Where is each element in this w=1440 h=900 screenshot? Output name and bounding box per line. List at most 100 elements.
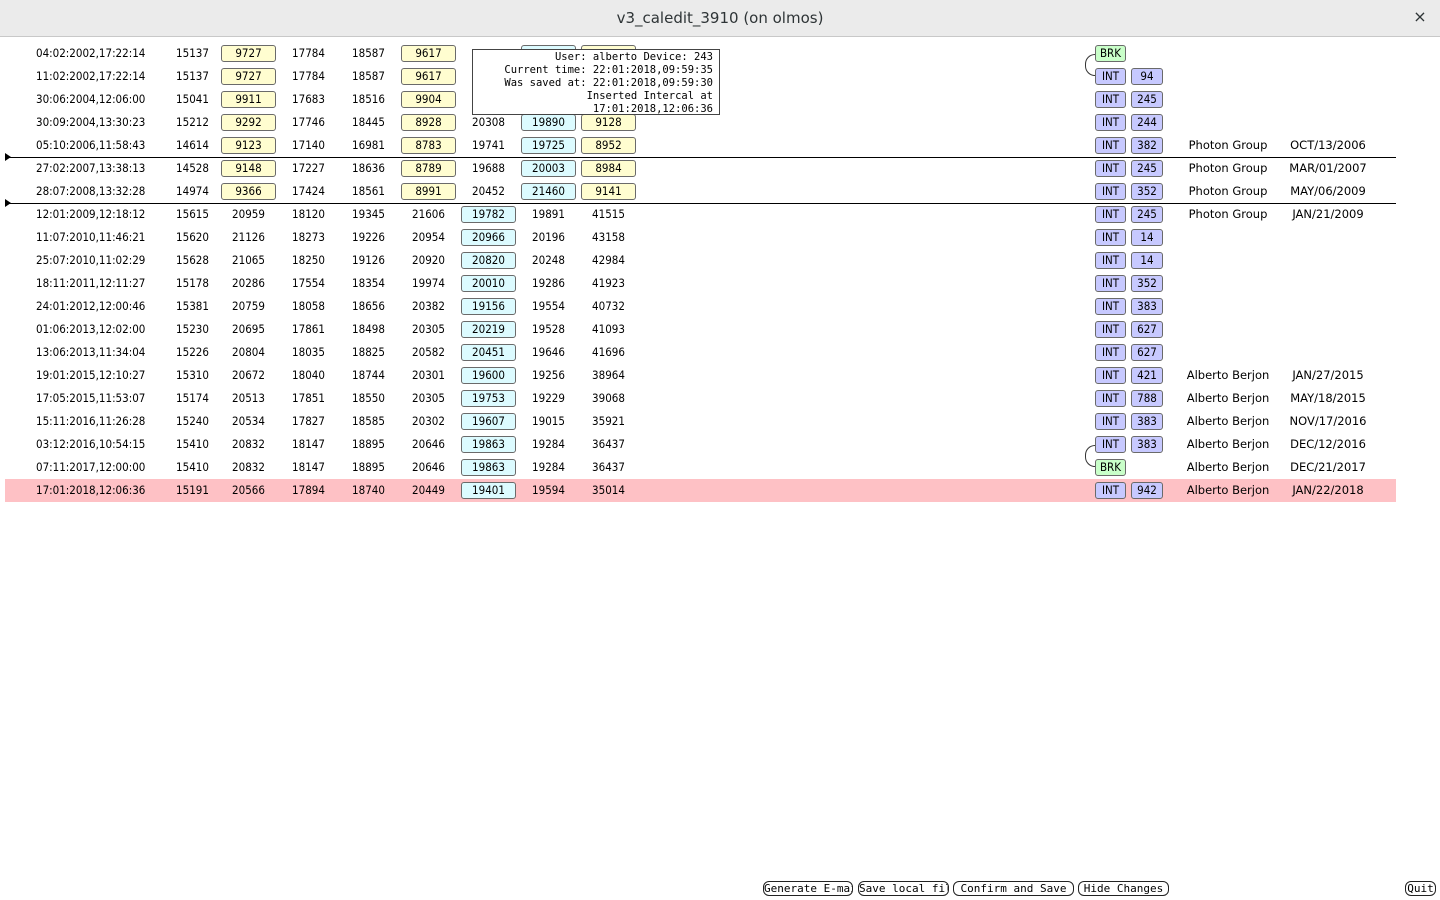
cell-c8[interactable]: 8984 — [581, 160, 636, 177]
int-tag[interactable]: INT — [1095, 344, 1126, 361]
cell-c5[interactable]: 8928 — [401, 114, 456, 131]
interval-number-tag[interactable]: 352 — [1131, 183, 1163, 200]
cell-c6[interactable]: 19607 — [461, 413, 516, 430]
interval-number-tag[interactable]: 421 — [1131, 367, 1163, 384]
interval-number-tag[interactable]: 942 — [1131, 482, 1163, 499]
int-tag[interactable]: INT — [1095, 321, 1126, 338]
cell-c6[interactable]: 20966 — [461, 229, 516, 246]
cell-c7[interactable]: 19725 — [521, 137, 576, 154]
cell-c5[interactable]: 9617 — [401, 68, 456, 85]
interval-number-tag[interactable]: 383 — [1131, 298, 1163, 315]
cell-c6[interactable]: 19863 — [461, 436, 516, 453]
table-row[interactable]: 01:06:2013,12:02:00 15230 20695 17861 18498 2… — [5, 318, 1396, 341]
int-tag[interactable]: INT — [1095, 252, 1126, 269]
interval-number-tag[interactable]: 788 — [1131, 390, 1163, 407]
table-row[interactable]: 17:01:2018,12:06:36 15191 20566 17894 18740 2… — [5, 479, 1396, 502]
int-tag[interactable]: INT — [1095, 91, 1126, 108]
cell-c7[interactable]: 21460 — [521, 183, 576, 200]
table-row[interactable]: 15:11:2016,11:26:28 15240 20534 17827 18585 2… — [5, 410, 1396, 433]
cell-c2[interactable]: 9727 — [221, 45, 276, 62]
cell-c6[interactable]: 19863 — [461, 459, 516, 476]
cell-c6[interactable]: 20010 — [461, 275, 516, 292]
table-row[interactable]: 05:10:2006,11:58:43 14614 9123 17140 16981 87… — [5, 134, 1396, 157]
cell-c2[interactable]: 9366 — [221, 183, 276, 200]
generate-email-button[interactable]: Generate E-mail — [763, 881, 853, 896]
cell-c7[interactable]: 19890 — [521, 114, 576, 131]
row-date: DEC/12/2016 — [1290, 437, 1366, 451]
close-icon[interactable]: × — [1410, 7, 1430, 27]
cell-c6[interactable]: 19156 — [461, 298, 516, 315]
table-row[interactable]: 12:01:2009,12:18:12 15615 20959 18120 19345 2… — [5, 203, 1396, 226]
cell-c6[interactable]: 19782 — [461, 206, 516, 223]
interval-number-tag[interactable]: 245 — [1131, 91, 1163, 108]
int-tag[interactable]: INT — [1095, 160, 1126, 177]
cell-c2[interactable]: 9727 — [221, 68, 276, 85]
brk-tag[interactable]: BRK — [1095, 45, 1126, 62]
table-row[interactable]: 13:06:2013,11:34:04 15226 20804 18035 18825 2… — [5, 341, 1396, 364]
int-tag[interactable]: INT — [1095, 390, 1126, 407]
cell-c6[interactable]: 20219 — [461, 321, 516, 338]
interval-number-tag[interactable]: 94 — [1131, 68, 1163, 85]
table-row[interactable]: 25:07:2010,11:02:29 15628 21065 18250 19126 2… — [5, 249, 1396, 272]
interval-number-tag[interactable]: 244 — [1131, 114, 1163, 131]
int-tag[interactable]: INT — [1095, 229, 1126, 246]
cell-c2[interactable]: 9911 — [221, 91, 276, 108]
quit-button[interactable]: Quit — [1405, 881, 1436, 896]
cell-c6[interactable]: 19600 — [461, 367, 516, 384]
int-tag[interactable]: INT — [1095, 183, 1126, 200]
cell-c7: 19286 — [532, 276, 565, 290]
table-row[interactable]: 28:07:2008,13:32:28 14974 9366 17424 18561 89… — [5, 180, 1396, 203]
int-tag[interactable]: INT — [1095, 436, 1126, 453]
interval-number-tag[interactable]: 383 — [1131, 436, 1163, 453]
int-tag[interactable]: INT — [1095, 367, 1126, 384]
cell-c5[interactable]: 9904 — [401, 91, 456, 108]
cell-c6[interactable]: 20451 — [461, 344, 516, 361]
cell-c6[interactable]: 19753 — [461, 390, 516, 407]
cell-c2[interactable]: 9148 — [221, 160, 276, 177]
interval-number-tag[interactable]: 383 — [1131, 413, 1163, 430]
int-tag[interactable]: INT — [1095, 68, 1126, 85]
interval-number-tag[interactable]: 14 — [1131, 229, 1163, 246]
interval-number-tag[interactable]: 627 — [1131, 344, 1163, 361]
cell-c3: 17227 — [292, 161, 325, 175]
cell-c5[interactable]: 9617 — [401, 45, 456, 62]
cell-c2: 20759 — [232, 299, 265, 313]
cell-c2[interactable]: 9123 — [221, 137, 276, 154]
table-row[interactable]: 19:01:2015,12:10:27 15310 20672 18040 18744 2… — [5, 364, 1396, 387]
confirm-and-save-button[interactable]: Confirm and Save — [953, 881, 1074, 896]
cell-c5[interactable]: 8991 — [401, 183, 456, 200]
table-row[interactable]: 27:02:2007,13:38:13 14528 9148 17227 18636 87… — [5, 157, 1396, 180]
interval-number-tag[interactable]: 627 — [1131, 321, 1163, 338]
cell-c8[interactable]: 8952 — [581, 137, 636, 154]
table-row[interactable]: 07:11:2017,12:00:00 15410 20832 18147 18895 2… — [5, 456, 1396, 479]
cell-c7[interactable]: 20003 — [521, 160, 576, 177]
int-tag[interactable]: INT — [1095, 298, 1126, 315]
interval-number-tag[interactable]: 352 — [1131, 275, 1163, 292]
table-row[interactable]: 18:11:2011,12:11:27 15178 20286 17554 18354 1… — [5, 272, 1396, 295]
cell-c5[interactable]: 8783 — [401, 137, 456, 154]
table-row[interactable]: 03:12:2016,10:54:15 15410 20832 18147 18895 2… — [5, 433, 1396, 456]
int-tag[interactable]: INT — [1095, 413, 1126, 430]
interval-number-tag[interactable]: 245 — [1131, 206, 1163, 223]
cell-c8[interactable]: 9141 — [581, 183, 636, 200]
tooltip-current-time: Current time: 22:01:2018,09:59:35 — [504, 64, 713, 76]
table-row[interactable]: 11:07:2010,11:46:21 15620 21126 18273 19226 2… — [5, 226, 1396, 249]
interval-number-tag[interactable]: 382 — [1131, 137, 1163, 154]
cell-c8[interactable]: 9128 — [581, 114, 636, 131]
interval-number-tag[interactable]: 14 — [1131, 252, 1163, 269]
int-tag[interactable]: INT — [1095, 275, 1126, 292]
cell-c5[interactable]: 8789 — [401, 160, 456, 177]
interval-number-tag[interactable]: 245 — [1131, 160, 1163, 177]
brk-tag[interactable]: BRK — [1095, 459, 1126, 476]
save-local-file-button[interactable]: Save local file — [858, 881, 949, 896]
table-row[interactable]: 17:05:2015,11:53:07 15174 20513 17851 18550 2… — [5, 387, 1396, 410]
int-tag[interactable]: INT — [1095, 482, 1126, 499]
cell-c6[interactable]: 19401 — [461, 482, 516, 499]
int-tag[interactable]: INT — [1095, 114, 1126, 131]
hide-changes-button[interactable]: Hide Changes — [1078, 881, 1169, 896]
int-tag[interactable]: INT — [1095, 206, 1126, 223]
cell-c2[interactable]: 9292 — [221, 114, 276, 131]
int-tag[interactable]: INT — [1095, 137, 1126, 154]
cell-c6[interactable]: 20820 — [461, 252, 516, 269]
table-row[interactable]: 24:01:2012,12:00:46 15381 20759 18058 18656 2… — [5, 295, 1396, 318]
